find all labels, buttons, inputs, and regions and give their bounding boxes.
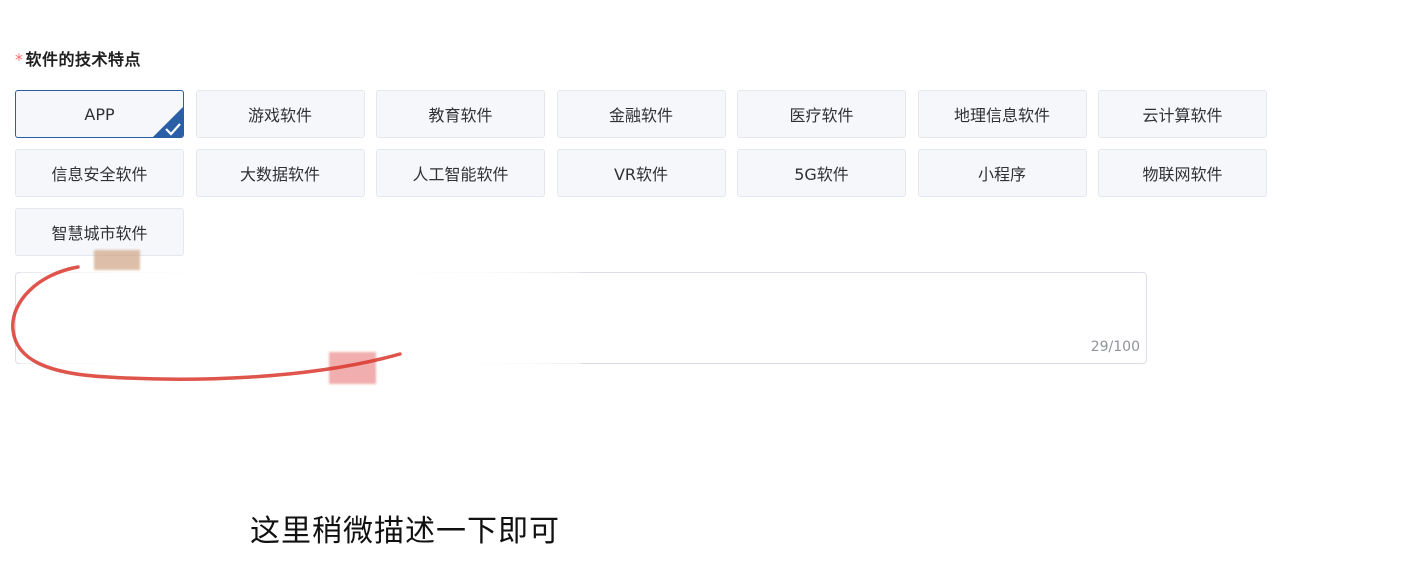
tag-bigdata-software[interactable]: 大数据软件 [195,149,365,197]
tag-security-software[interactable]: 信息安全软件 [15,149,184,197]
tag-label: APP [84,104,115,124]
tag-label: 地理信息软件 [953,106,1050,125]
tag-cloud-software[interactable]: 云计算软件 [1098,90,1267,138]
tag-label: 游戏软件 [247,106,312,125]
tag-game-software[interactable]: 游戏软件 [195,90,365,138]
tag-label: 小程序 [977,165,1026,184]
tag-label: 信息安全软件 [51,165,148,184]
tag-ai-software[interactable]: 人工智能软件 [376,149,545,197]
field-label: * 软件的技术特点 [15,46,141,70]
tag-app[interactable]: APP [15,90,184,138]
tag-finance-software[interactable]: 金融软件 [556,90,726,138]
tag-label: 医疗软件 [789,106,854,125]
field-label-text: 软件的技术特点 [25,50,142,69]
tag-label: 人工智能软件 [412,165,509,184]
tag-mini-program[interactable]: 小程序 [917,149,1087,197]
selected-check-icon [153,107,183,137]
annotation-caption: 这里稍微描述一下即可 [250,514,560,549]
tag-medical-software[interactable]: 医疗软件 [737,90,906,138]
tag-label: 云计算软件 [1142,106,1223,125]
tag-gis-software[interactable]: 地理信息软件 [917,90,1087,138]
tag-5g-software[interactable]: 5G软件 [737,149,906,197]
tag-label: 教育软件 [428,106,493,125]
tag-iot-software[interactable]: 物联网软件 [1098,149,1267,197]
required-mark: * [15,50,24,69]
tag-label: 5G软件 [794,165,849,184]
tag-label: 物联网软件 [1142,165,1223,184]
tag-label: 智慧城市软件 [51,224,148,243]
tag-smart-city-software[interactable]: 智慧城市软件 [15,208,184,256]
tag-education-software[interactable]: 教育软件 [376,90,545,138]
tag-grid: APP 游戏软件 教育软件 金融软件 医疗软件 地理信息软件 云计算软件 信息安… [15,90,1275,256]
tag-label: 大数据软件 [239,165,320,184]
description-textarea-wrapper: 29/100 [15,272,1147,364]
description-textarea[interactable] [16,273,1146,363]
char-counter: 29/100 [1090,339,1140,355]
tag-label: VR软件 [613,165,669,184]
tag-label: 金融软件 [608,106,673,125]
tag-vr-software[interactable]: VR软件 [556,149,726,197]
